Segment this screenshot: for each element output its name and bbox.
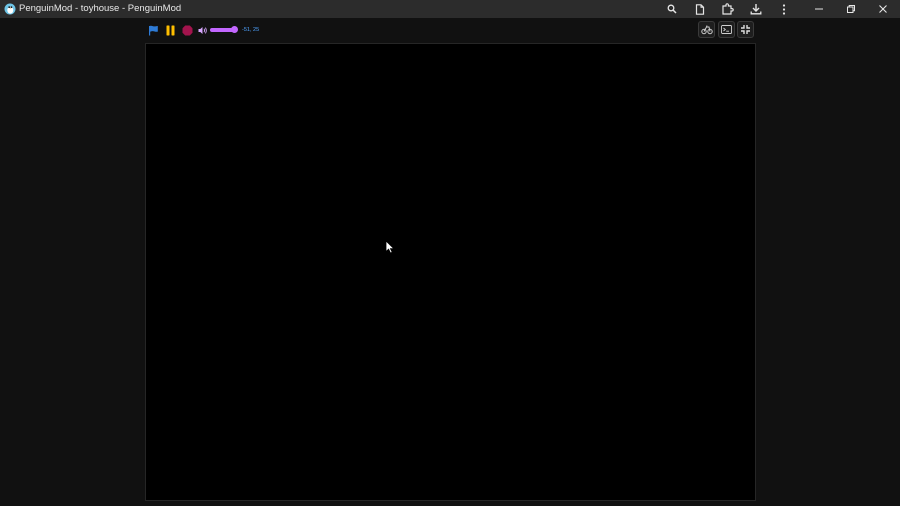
green-flag-button[interactable] <box>148 25 159 36</box>
player-controls-bar: -51, 25 <box>145 20 756 42</box>
stop-icon <box>182 25 193 36</box>
download-button[interactable] <box>748 0 764 18</box>
download-icon <box>750 4 762 15</box>
page-icon <box>695 3 705 15</box>
title-bar: PenguinMod - toyhouse - PenguinMod <box>0 0 900 18</box>
terminal-button[interactable] <box>718 21 735 38</box>
window-title: PenguinMod - toyhouse - PenguinMod <box>19 3 182 14</box>
close-button[interactable] <box>870 0 896 18</box>
restore-icon <box>847 5 855 13</box>
pause-icon <box>166 25 175 36</box>
minimize-icon <box>815 8 823 10</box>
volume-button[interactable] <box>198 26 208 35</box>
minimize-button[interactable] <box>806 0 832 18</box>
restore-button[interactable] <box>838 0 864 18</box>
stop-button[interactable] <box>182 25 193 36</box>
volume-icon <box>198 27 207 34</box>
mouse-coordinates: -51, 25 <box>242 27 260 33</box>
mouse-cursor-icon <box>385 240 395 254</box>
fullscreen-button[interactable] <box>737 21 754 38</box>
page-button[interactable] <box>692 0 708 18</box>
pause-button[interactable] <box>165 25 176 36</box>
more-menu-button[interactable] <box>776 0 792 18</box>
terminal-icon <box>721 25 732 34</box>
extensions-button[interactable] <box>720 0 736 18</box>
penguin-logo-icon <box>4 3 16 15</box>
zoom-button[interactable] <box>664 0 680 18</box>
volume-slider-handle[interactable] <box>231 26 238 33</box>
more-vertical-icon <box>782 3 786 15</box>
zoom-icon <box>667 4 677 14</box>
turbo-button[interactable] <box>698 21 715 38</box>
close-icon <box>879 5 887 13</box>
flag-icon <box>149 25 158 36</box>
project-stage[interactable] <box>145 43 756 501</box>
turbo-icon <box>700 25 713 35</box>
fullscreen-icon <box>741 25 750 34</box>
extension-puzzle-icon <box>722 3 734 15</box>
